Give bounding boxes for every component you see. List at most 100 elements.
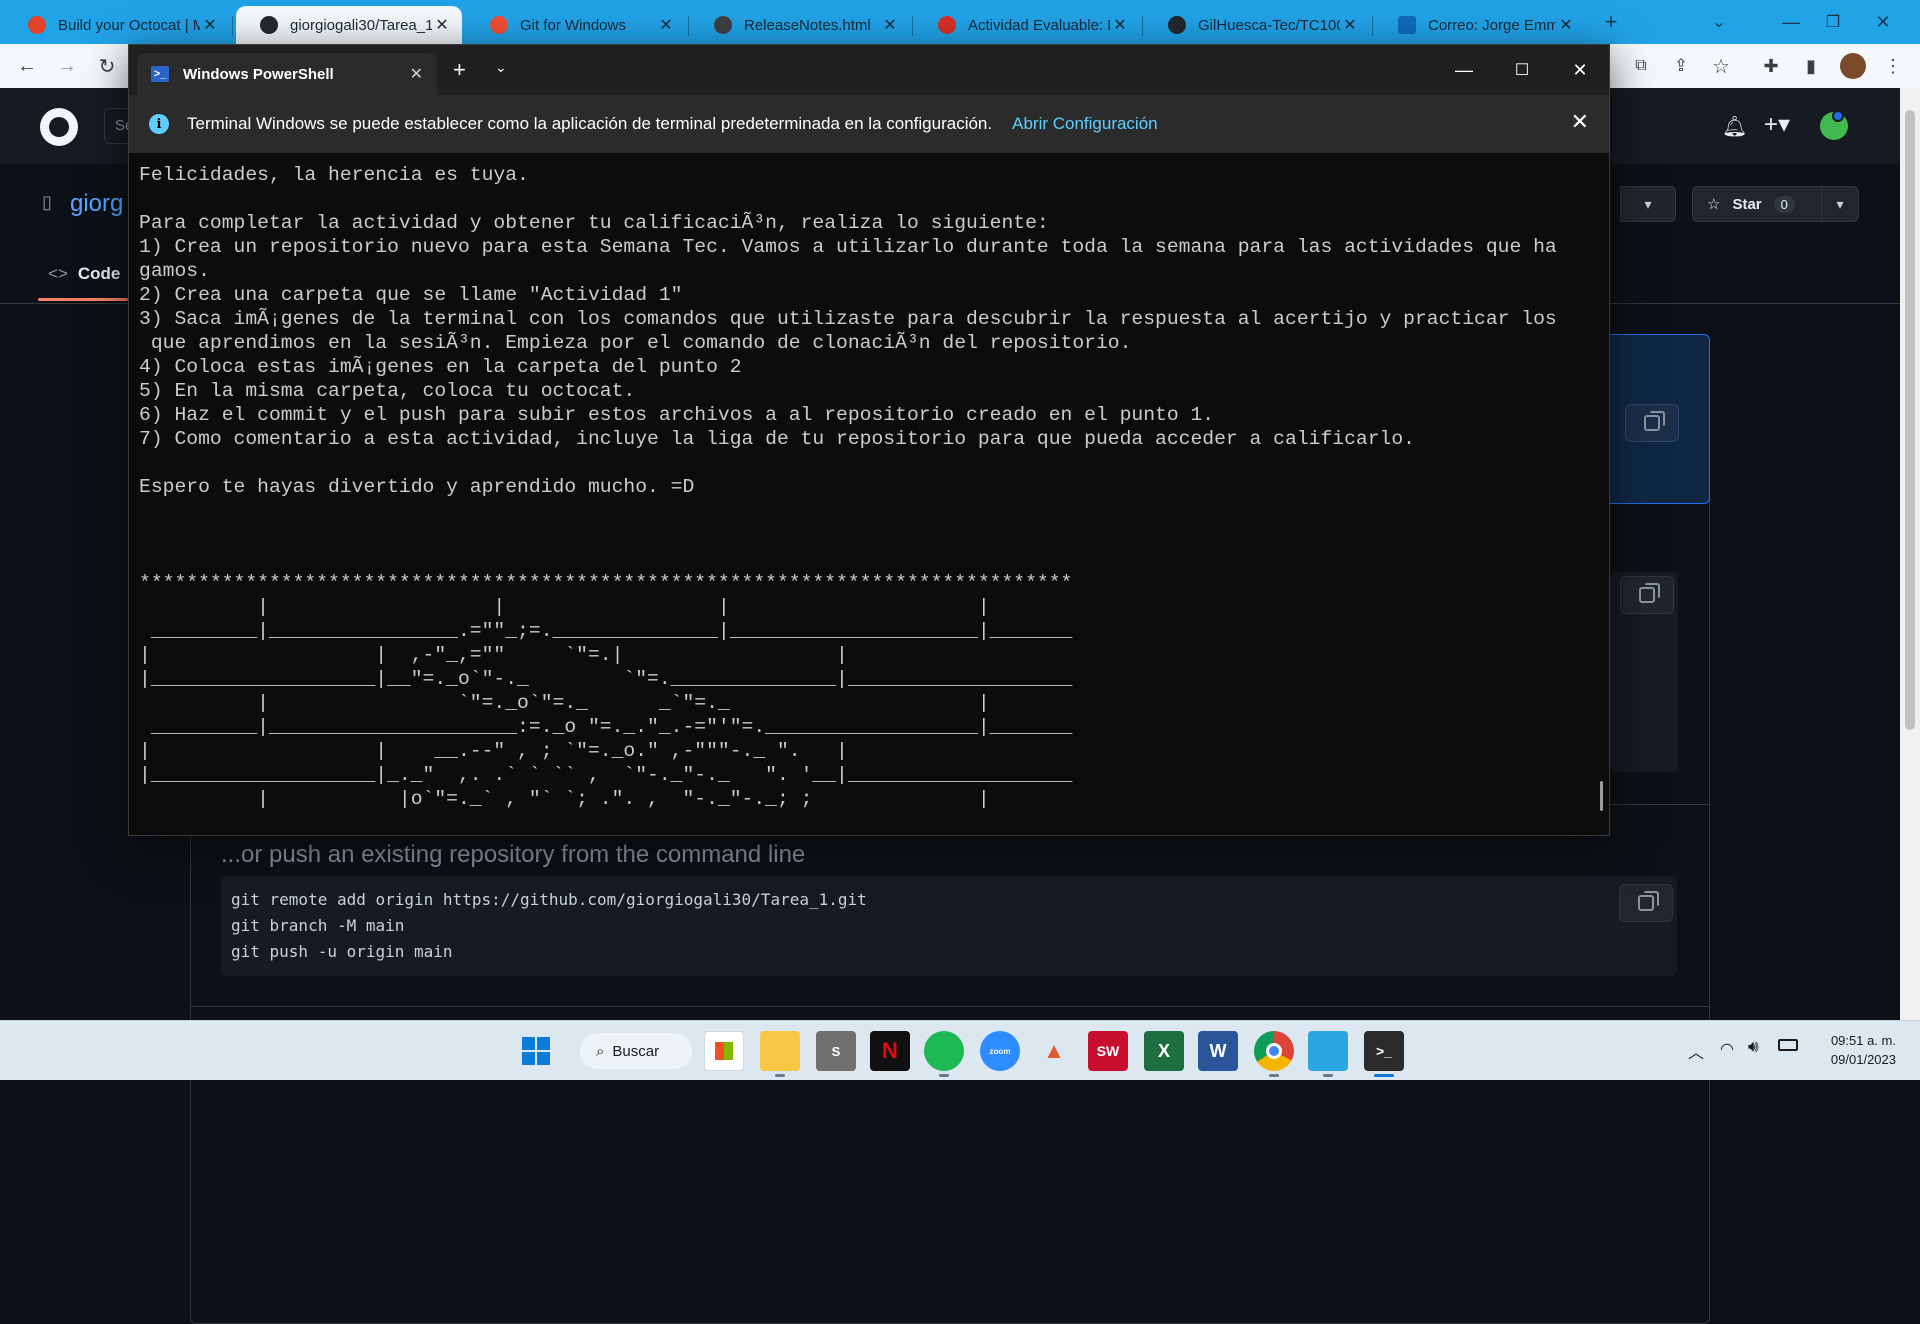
tab-divider	[232, 16, 233, 36]
browser-tab[interactable]: ReleaseNotes.html ✕	[690, 6, 910, 44]
browser-tab[interactable]: GilHuesca-Tec/TC100 ✕	[1144, 6, 1370, 44]
copy-icon	[1638, 891, 1659, 911]
terminal-line: | | | |	[139, 596, 990, 618]
minimize-icon[interactable]: —	[1776, 8, 1806, 36]
browser-tab-active[interactable]: giorgiogali30/Tarea_1 ✕	[236, 6, 462, 44]
create-new-plus-icon[interactable]: +▾	[1764, 110, 1790, 139]
notepad-icon[interactable]	[1308, 1031, 1348, 1077]
new-tab-button[interactable]: +	[1596, 8, 1626, 36]
spotify-icon[interactable]	[924, 1031, 964, 1077]
star-dropdown-chevron-icon[interactable]: ▾	[1821, 186, 1859, 222]
matlab-icon[interactable]: ▲	[1034, 1031, 1074, 1071]
watch-dropdown-chevron-icon[interactable]: ▾	[1620, 186, 1676, 222]
terminal-line: |___________________|__"=._o`"-._ `"=.__…	[139, 668, 1073, 690]
word-icon[interactable]: W	[1198, 1031, 1238, 1071]
terminal-line: 1) Crea un repositorio nuevo para esta S…	[139, 236, 1557, 258]
powershell-window: >_ Windows PowerShell ✕ + ⌄ — ☐ ✕ i Term…	[128, 44, 1610, 836]
forward-arrow-icon[interactable]: →	[52, 52, 82, 80]
clock-time: 09:51 a. m.	[1830, 1033, 1896, 1048]
browser-tab[interactable]: Git for Windows ✕	[466, 6, 686, 44]
copy-commands-button[interactable]	[1620, 576, 1674, 614]
terminal-line: Para completar la actividad y obtener tu…	[139, 212, 1049, 234]
microsoft-store-icon[interactable]	[704, 1031, 744, 1071]
extensions-puzzle-icon[interactable]: ✚	[1756, 52, 1786, 80]
terminal-line: | `"=._o`"=._ _`"=._ |	[139, 692, 990, 714]
close-tab-icon[interactable]: ✕	[1340, 15, 1360, 35]
notifications-bell-icon[interactable]: 🔔︎	[1722, 114, 1747, 139]
browser-tab[interactable]: Build your Octocat | M ✕	[4, 6, 230, 44]
chrome-menu-icon[interactable]: ⋮	[1878, 52, 1908, 80]
tab-search-chevron-icon[interactable]: ⌄	[1704, 8, 1734, 36]
windows-taskbar: ⌕ Buscar S N zoom ▲ SW X W >_ ︿ ◠ 🔊︎ 09:…	[0, 1020, 1920, 1080]
share-icon[interactable]: ⇪	[1666, 52, 1696, 80]
bookmark-star-icon[interactable]: ☆	[1706, 52, 1736, 80]
close-window-icon[interactable]: ✕	[1551, 45, 1609, 95]
tab-code[interactable]: <> Code	[48, 264, 120, 284]
terminal-line: gamos.	[139, 260, 210, 282]
chrome-icon[interactable]	[1254, 1031, 1294, 1077]
close-tab-icon[interactable]: ✕	[880, 15, 900, 35]
browser-tab[interactable]: Actividad Evaluable: R ✕	[914, 6, 1140, 44]
page-scrollbar[interactable]	[1900, 88, 1920, 1020]
close-window-icon[interactable]: ✕	[1868, 8, 1898, 36]
scrollbar-thumb[interactable]	[1905, 110, 1915, 730]
terminal-taskbar-icon[interactable]: >_	[1364, 1031, 1404, 1077]
sidepanel-icon[interactable]: ▮	[1796, 52, 1826, 80]
code-icon: <>	[48, 264, 68, 283]
copy-url-button[interactable]	[1625, 404, 1679, 442]
terminal-line: | | ,-"_,="" `"=.| |	[139, 644, 848, 666]
minimize-icon[interactable]: —	[1435, 45, 1493, 95]
close-tab-icon[interactable]: ✕	[200, 15, 220, 35]
close-info-icon[interactable]: ✕	[1571, 109, 1589, 135]
terminal-line: 2) Crea una carpeta que se llame "Activi…	[139, 284, 683, 306]
translate-icon[interactable]: ⧉	[1626, 52, 1656, 80]
terminal-output[interactable]: Felicidades, la herencia es tuya. Para c…	[139, 163, 1589, 823]
taskbar-search[interactable]: ⌕ Buscar	[580, 1033, 692, 1069]
restore-icon[interactable]: ❐	[1818, 8, 1848, 36]
section-divider	[190, 1006, 1710, 1007]
wifi-icon[interactable]: ◠	[1720, 1039, 1734, 1059]
zoom-icon[interactable]: zoom	[980, 1031, 1020, 1071]
new-terminal-tab-icon[interactable]: +	[453, 57, 466, 83]
terminal-line: |___________________|_._" ,. .` ` `` , `…	[139, 764, 1073, 786]
close-tab-icon[interactable]: ✕	[432, 15, 452, 35]
user-avatar[interactable]	[1820, 110, 1848, 140]
info-message: Terminal Windows se puede establecer com…	[187, 114, 993, 133]
close-tab-icon[interactable]: ✕	[1110, 15, 1130, 35]
netflix-icon[interactable]: N	[870, 1031, 910, 1071]
profile-avatar[interactable]	[1838, 52, 1868, 80]
reload-icon[interactable]: ↻	[92, 52, 122, 80]
clock[interactable]: 09:51 a. m. 09/01/2023	[1808, 1031, 1896, 1069]
taskbar-search-label: Buscar	[612, 1042, 660, 1060]
powershell-icon: >_	[151, 66, 169, 82]
star-button[interactable]: ☆ Star 0	[1692, 186, 1822, 222]
dropdown-chevron-icon[interactable]: ⌄	[495, 59, 507, 76]
tab-divider	[912, 16, 913, 36]
tab-title: Build your Octocat | M	[58, 16, 200, 34]
open-settings-link[interactable]: Abrir Configuración	[1012, 114, 1158, 134]
maximize-icon[interactable]: ☐	[1493, 45, 1551, 95]
excel-icon[interactable]: X	[1144, 1031, 1184, 1071]
battery-icon[interactable]	[1778, 1039, 1798, 1051]
close-tab-icon[interactable]: ✕	[410, 64, 423, 84]
browser-tab[interactable]: Correo: Jorge Emman ✕	[1374, 6, 1586, 44]
copy-push-commands-button[interactable]	[1619, 884, 1673, 922]
close-tab-icon[interactable]: ✕	[656, 15, 676, 35]
push-existing-heading: ...or push an existing repository from t…	[221, 841, 806, 868]
back-arrow-icon[interactable]: ←	[12, 52, 42, 80]
clock-date: 09/01/2023	[1830, 1052, 1896, 1067]
copy-icon	[1639, 583, 1660, 603]
terminal-titlebar: >_ Windows PowerShell ✕ + ⌄ — ☐ ✕	[129, 45, 1609, 95]
solidworks-icon[interactable]: SW	[1088, 1031, 1128, 1071]
file-explorer-icon[interactable]	[760, 1031, 800, 1077]
close-tab-icon[interactable]: ✕	[1556, 15, 1576, 35]
github-logo-icon[interactable]	[40, 108, 78, 146]
repo-name-link[interactable]: giorg	[70, 190, 123, 218]
show-hidden-icons-chevron-icon[interactable]: ︿	[1688, 1039, 1704, 1063]
terminal-info-bar: i Terminal Windows se puede establecer c…	[129, 95, 1609, 153]
windows-start-icon[interactable]	[516, 1031, 556, 1071]
app-s-icon[interactable]: S	[816, 1031, 856, 1071]
terminal-tab[interactable]: >_ Windows PowerShell ✕	[137, 53, 437, 95]
volume-icon[interactable]: 🔊︎	[1748, 1037, 1759, 1057]
terminal-scrollbar[interactable]	[1600, 781, 1603, 811]
